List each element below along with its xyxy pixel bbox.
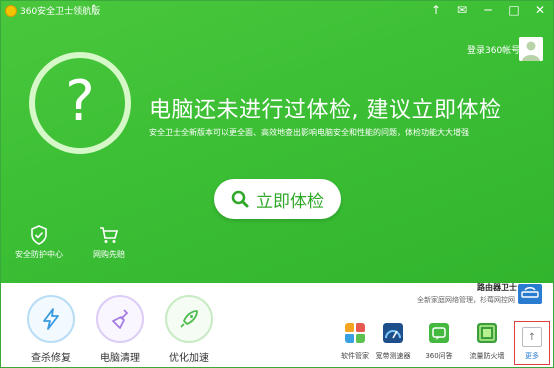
broom-icon — [112, 309, 129, 329]
firewall-label: 流量防火墙 — [469, 352, 505, 360]
virus-scan-label: 查杀修复 — [31, 353, 71, 364]
firewall-button[interactable]: 流量防火墙 — [465, 323, 509, 361]
optimize-speed-label: 优化加速 — [169, 353, 209, 364]
pc-cleanup-circle — [96, 295, 144, 343]
user-icon — [519, 37, 543, 61]
skin-icon[interactable]: ↑ — [429, 3, 443, 17]
router-guard-subtitle: 全新家庭网络管理，杉莓网控网 — [417, 296, 515, 304]
search-icon — [231, 190, 249, 208]
qa-button[interactable]: 360问答 — [417, 323, 461, 361]
more-button[interactable]: ↑ 更多 — [514, 321, 550, 365]
security-center-button[interactable]: 安全防护中心 — [15, 225, 63, 260]
message-icon[interactable]: ✉ — [455, 3, 469, 17]
close-button[interactable]: ✕ — [533, 3, 547, 17]
check-now-label: 立即体检 — [256, 191, 324, 212]
qa-label: 360问答 — [425, 352, 453, 360]
login-link[interactable]: 登录360帐号 — [467, 43, 520, 56]
firewall-icon — [477, 323, 497, 343]
speed-test-icon — [383, 323, 403, 343]
router-guard-title[interactable]: 路由器卫士 — [477, 282, 517, 293]
rocket-icon — [180, 310, 198, 328]
avatar[interactable] — [519, 37, 543, 61]
page-title: 电脑还未进行过体检, 建议立即体检 — [149, 98, 502, 123]
minimize-button[interactable]: ─ — [481, 3, 495, 17]
hero-panel: 360安全卫士领航版 ⇡ ↑ ✉ ─ □ ✕ 登录360帐号 ? 电脑还未进行过… — [1, 1, 553, 283]
title-bar: 360安全卫士领航版 ⇡ ↑ ✉ ─ □ ✕ — [1, 1, 553, 21]
shopping-guarantee-button[interactable]: 网购先赔 — [93, 225, 125, 260]
maximize-button[interactable]: □ — [507, 3, 521, 17]
shield-check-icon — [31, 225, 47, 245]
arrow-up-icon: ↑ — [522, 327, 542, 347]
optimize-speed-tool[interactable]: 优化加速 — [165, 295, 213, 364]
software-manager-icon — [345, 323, 365, 343]
shopping-guarantee-label: 网购先赔 — [93, 250, 125, 259]
speed-test-label: 宽带测速器 — [375, 352, 411, 360]
question-mark-icon: ? — [65, 69, 95, 134]
speed-test-button[interactable]: 宽带测速器 — [371, 323, 415, 361]
virus-scan-circle — [27, 295, 75, 343]
more-label: 更多 — [525, 352, 539, 360]
pc-cleanup-label: 电脑清理 — [100, 353, 140, 364]
security-center-label: 安全防护中心 — [15, 250, 63, 259]
app-window: 360安全卫士领航版 ⇡ ↑ ✉ ─ □ ✕ 登录360帐号 ? 电脑还未进行过… — [0, 0, 554, 368]
window-title: 360安全卫士领航版 — [20, 7, 101, 17]
cart-icon — [100, 227, 119, 243]
upgrade-arrow-icon[interactable]: ⇡ — [90, 4, 98, 14]
virus-scan-tool[interactable]: 查杀修复 — [27, 295, 75, 364]
hero-description: 安全卫士全新版本可以更全面、高效地查出影响电脑安全和性能的问题，体检功能大大增强 — [149, 128, 469, 137]
lightning-icon — [43, 308, 59, 330]
pc-cleanup-tool[interactable]: 电脑清理 — [96, 295, 144, 364]
app-logo-icon — [5, 5, 17, 17]
optimize-speed-circle — [165, 295, 213, 343]
check-now-button[interactable]: 立即体检 — [214, 179, 341, 219]
qa-icon — [429, 323, 449, 343]
window-controls: ↑ ✉ ─ □ ✕ — [429, 3, 547, 17]
router-icon[interactable] — [517, 283, 543, 305]
